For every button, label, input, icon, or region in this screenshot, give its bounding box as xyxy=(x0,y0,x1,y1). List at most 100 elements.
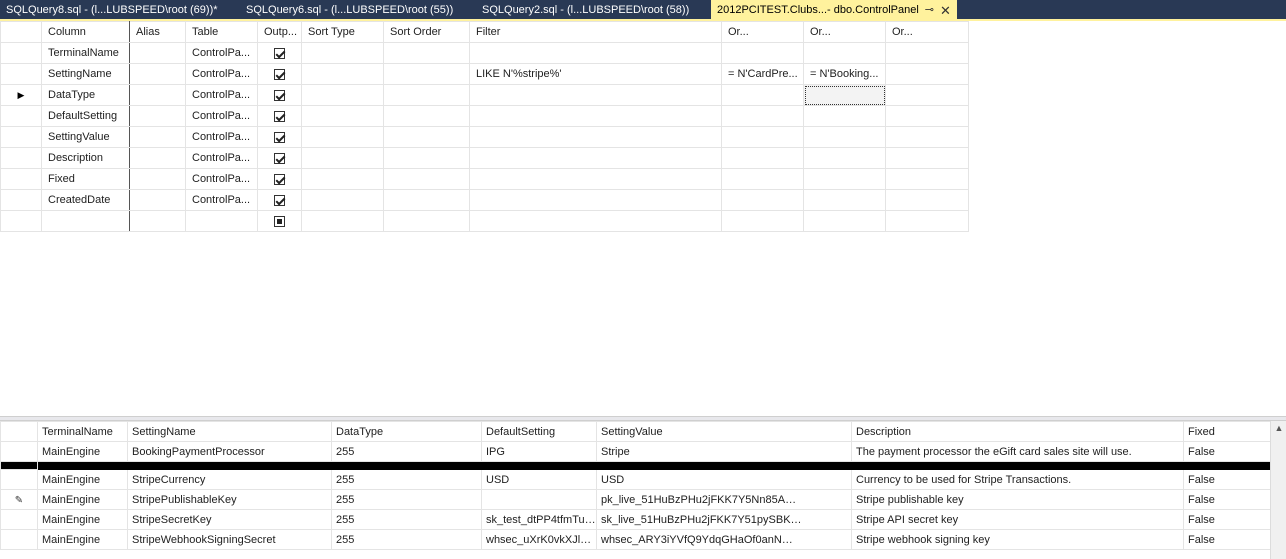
cell-alias[interactable] xyxy=(129,42,186,64)
cell-filter[interactable] xyxy=(469,42,722,64)
cell-output[interactable] xyxy=(257,210,302,232)
table-row[interactable]: MainEngine StripeWebhookSigningSecret 25… xyxy=(0,529,1271,550)
row-selector[interactable] xyxy=(0,529,38,550)
cell-alias[interactable] xyxy=(129,63,186,85)
cell-setting-value[interactable]: whsec_ARY3iYVfQ9YdqGHaOf0anN xyxy=(596,529,852,550)
cell-table[interactable]: ControlPa... xyxy=(185,168,258,190)
cell-default-setting[interactable] xyxy=(481,489,597,510)
output-checkbox[interactable] xyxy=(274,152,285,164)
cell-or-3[interactable] xyxy=(885,189,969,211)
row-selector[interactable] xyxy=(0,126,42,148)
cell-sort-type[interactable] xyxy=(301,210,384,232)
cell-sort-order[interactable] xyxy=(383,168,470,190)
header-description[interactable]: Description xyxy=(851,421,1184,442)
criteria-row[interactable]: DefaultSetting ControlPa... xyxy=(0,105,969,127)
criteria-row-current[interactable]: ▶ DataType ControlPa... xyxy=(0,84,969,106)
cell-or-2[interactable] xyxy=(803,42,886,64)
cell-column[interactable]: Fixed xyxy=(41,168,130,190)
cell-fixed[interactable]: False xyxy=(1183,441,1271,462)
cell-alias[interactable] xyxy=(129,105,186,127)
cell-or-2[interactable]: = N'Booking... xyxy=(803,63,886,85)
cell-filter[interactable] xyxy=(469,126,722,148)
cell-sort-type[interactable] xyxy=(301,42,384,64)
cell-filter[interactable] xyxy=(469,189,722,211)
cell-or-1[interactable] xyxy=(721,189,804,211)
cell-sort-order[interactable] xyxy=(383,63,470,85)
criteria-row[interactable]: TerminalName ControlPa... xyxy=(0,42,969,64)
cell-or-2[interactable] xyxy=(803,210,886,232)
output-checkbox[interactable] xyxy=(274,131,285,143)
cell-alias[interactable] xyxy=(129,126,186,148)
cell-filter[interactable] xyxy=(469,168,722,190)
cell-fixed[interactable]: False xyxy=(1183,509,1271,530)
cell-output[interactable] xyxy=(257,168,302,190)
cell-or-3[interactable] xyxy=(885,210,969,232)
cell-description[interactable]: Stripe API secret key xyxy=(851,509,1184,530)
cell-or-2[interactable] xyxy=(803,126,886,148)
header-column[interactable]: Column xyxy=(41,21,130,43)
criteria-row[interactable]: SettingValue ControlPa... xyxy=(0,126,969,148)
cell-sort-type[interactable] xyxy=(301,126,384,148)
cell-description[interactable]: Stripe publishable key xyxy=(851,489,1184,510)
cell-output[interactable] xyxy=(257,189,302,211)
cell-or-2[interactable] xyxy=(803,189,886,211)
cell-output[interactable] xyxy=(257,147,302,169)
cell-sort-order[interactable] xyxy=(383,42,470,64)
cell-fixed[interactable]: False xyxy=(1183,489,1271,510)
cell-alias[interactable] xyxy=(129,210,186,232)
cell-or-3[interactable] xyxy=(885,105,969,127)
cell-or-3[interactable] xyxy=(885,126,969,148)
cell-setting-value[interactable]: pk_live_51HuBzPHu2jFKK7Y5Nn85A xyxy=(596,489,852,510)
cell-or-3[interactable] xyxy=(885,63,969,85)
cell-or-2-focused[interactable] xyxy=(803,84,886,106)
cell-sort-type[interactable] xyxy=(301,168,384,190)
cell-setting-name[interactable]: StripeWebhookSigningSecret xyxy=(127,529,332,550)
cell-setting-name[interactable]: StripePublishableKey xyxy=(127,489,332,510)
table-row[interactable]: MainEngine StripeCurrency 255 USD USD Cu… xyxy=(0,469,1271,490)
cell-or-1[interactable] xyxy=(721,210,804,232)
cell-default-setting[interactable]: sk_test_dtPP4tfmTul... xyxy=(481,509,597,530)
cell-setting-value[interactable]: Stripe xyxy=(596,441,852,462)
header-fixed[interactable]: Fixed xyxy=(1183,421,1271,442)
row-selector[interactable] xyxy=(0,63,42,85)
results-vertical-scrollbar[interactable]: ▲ xyxy=(1270,421,1286,559)
cell-or-2[interactable] xyxy=(803,147,886,169)
cell-alias[interactable] xyxy=(129,168,186,190)
header-terminal-name[interactable]: TerminalName xyxy=(37,421,128,442)
cell-filter[interactable] xyxy=(469,105,722,127)
cell-data-type[interactable]: 255 xyxy=(331,529,482,550)
output-checkbox[interactable] xyxy=(274,68,285,80)
cell-alias[interactable] xyxy=(129,147,186,169)
row-selector[interactable] xyxy=(0,189,42,211)
cell-setting-value[interactable]: sk_live_51HuBzPHu2jFKK7Y51pySBK xyxy=(596,509,852,530)
output-checkbox[interactable] xyxy=(274,215,285,227)
cell-output[interactable] xyxy=(257,105,302,127)
cell-sort-order[interactable] xyxy=(383,147,470,169)
row-selector[interactable] xyxy=(0,105,42,127)
tab-sqlquery6[interactable]: SQLQuery6.sql - (l...LUBSPEED\root (55)) xyxy=(240,0,476,21)
cell-column[interactable]: SettingName xyxy=(41,63,130,85)
cell-table[interactable]: ControlPa... xyxy=(185,147,258,169)
cell-table[interactable]: ControlPa... xyxy=(185,42,258,64)
header-or-1[interactable]: Or... xyxy=(721,21,804,43)
cell-sort-type[interactable] xyxy=(301,189,384,211)
header-default-setting[interactable]: DefaultSetting xyxy=(481,421,597,442)
header-sort-order[interactable]: Sort Order xyxy=(383,21,470,43)
cell-filter[interactable]: LIKE N'%stripe%' xyxy=(469,63,722,85)
close-icon[interactable]: ✕ xyxy=(940,4,951,17)
cell-description[interactable]: The payment processor the eGift card sal… xyxy=(851,441,1184,462)
row-selector[interactable]: ▶ xyxy=(0,84,42,106)
cell-sort-order[interactable] xyxy=(383,84,470,106)
header-alias[interactable]: Alias xyxy=(129,21,186,43)
output-checkbox[interactable] xyxy=(274,173,285,185)
cell-fixed[interactable]: False xyxy=(1183,469,1271,490)
cell-alias[interactable] xyxy=(129,189,186,211)
table-row[interactable]: MainEngine BookingPaymentProcessor 255 I… xyxy=(0,441,1271,462)
cell-setting-name[interactable]: BookingPaymentProcessor xyxy=(127,441,332,462)
pin-icon[interactable]: ⊸ xyxy=(925,0,934,21)
cell-or-1[interactable] xyxy=(721,105,804,127)
cell-table[interactable]: ControlPa... xyxy=(185,105,258,127)
cell-or-2[interactable] xyxy=(803,105,886,127)
header-data-type[interactable]: DataType xyxy=(331,421,482,442)
header-sort-type[interactable]: Sort Type xyxy=(301,21,384,43)
